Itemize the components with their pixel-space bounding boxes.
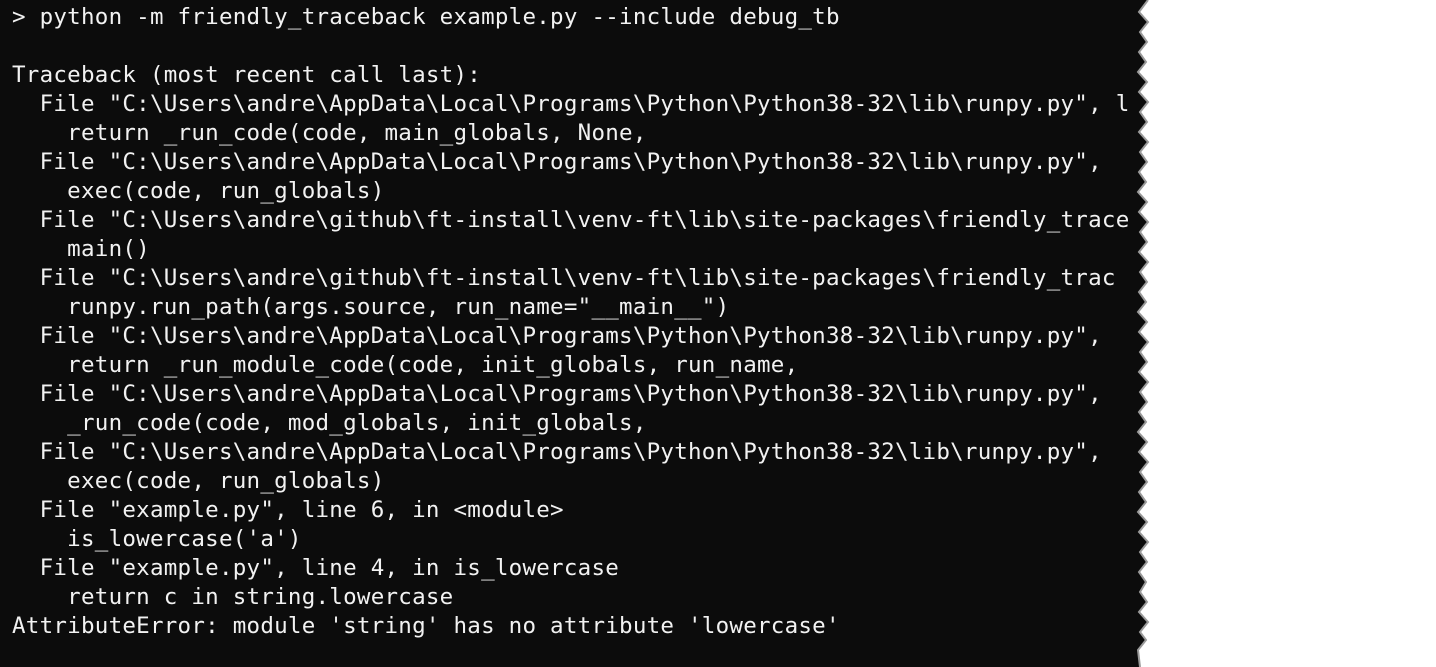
error-message-line: AttributeError: module 'string' has no a… [12, 613, 840, 639]
traceback-frame-line: File "example.py", line 4, in is_lowerca… [12, 555, 620, 581]
traceback-code-line: runpy.run_path(args.source, run_name="__… [12, 294, 730, 320]
traceback-code-line: exec(code, run_globals) [12, 178, 385, 204]
traceback-code-line: return c in string.lowercase [12, 584, 454, 610]
traceback-code-line: return _run_module_code(code, init_globa… [12, 352, 799, 378]
traceback-frame-line: File "C:\Users\andre\github\ft-install\v… [12, 265, 1323, 291]
traceback-code-line: is_lowercase('a') [12, 526, 302, 552]
terminal-output: > python -m friendly_traceback example.p… [12, 3, 1392, 641]
traceback-code-line: _run_code(code, mod_globals, init_global… [12, 410, 647, 436]
traceback-frame-line: File "C:\Users\andre\AppData\Local\Progr… [12, 323, 1102, 349]
traceback-frame-line: File "C:\Users\andre\AppData\Local\Progr… [12, 149, 1102, 175]
traceback-code-line: return _run_code(code, main_globals, Non… [12, 120, 647, 146]
traceback-frame-line: File "C:\Users\andre\AppData\Local\Progr… [12, 91, 1282, 117]
traceback-code-line: exec(code, run_globals) [12, 468, 385, 494]
traceback-frame-line: File "C:\Users\andre\github\ft-install\v… [12, 207, 1392, 233]
traceback-frame-line: File "example.py", line 6, in <module> [12, 497, 564, 523]
traceback-header: Traceback (most recent call last): [12, 62, 482, 88]
traceback-code-line: main() [12, 236, 150, 262]
traceback-frame-line: File "C:\Users\andre\AppData\Local\Progr… [12, 439, 1102, 465]
traceback-frame-line: File "C:\Users\andre\AppData\Local\Progr… [12, 381, 1213, 407]
command-line: > python -m friendly_traceback example.p… [12, 4, 840, 30]
terminal-window[interactable]: > python -m friendly_traceback example.p… [0, 0, 1436, 667]
